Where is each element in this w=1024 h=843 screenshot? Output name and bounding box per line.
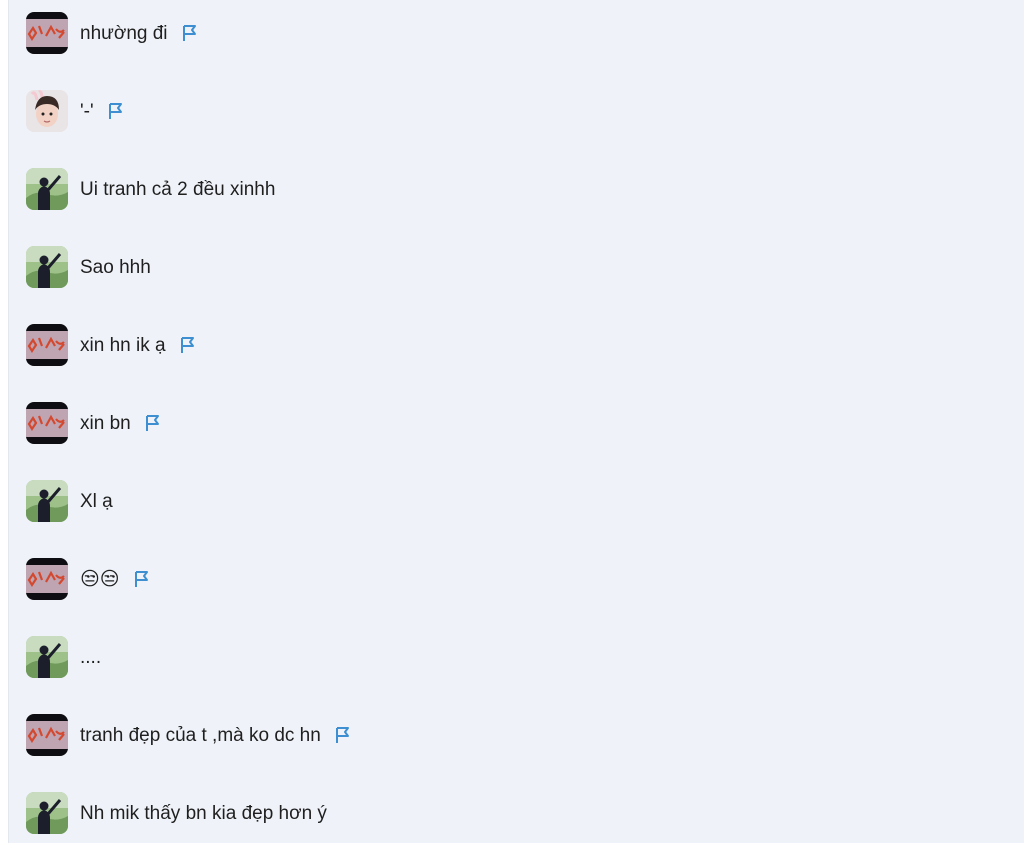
chat-message: .... [26,633,101,681]
user-avatar-green-landscape[interactable] [26,792,68,834]
chat-message: xin hn ik ạ [26,321,198,369]
chat-message: tranh đẹp của t ,mà ko dc hn [26,711,353,759]
message-text: xin bn [80,412,131,434]
flag-icon[interactable] [106,101,126,121]
message-text: nhường đi [80,22,168,44]
user-avatar-dark-red[interactable] [26,558,68,600]
user-avatar-green-landscape[interactable] [26,636,68,678]
user-avatar-green-landscape[interactable] [26,246,68,288]
user-avatar-dark-red[interactable] [26,12,68,54]
flag-icon[interactable] [333,725,353,745]
chat-message: 😒😒 [26,555,152,603]
message-text: Xl ạ [80,490,113,512]
message-text: Ui tranh cả 2 đều xinhh [80,178,276,200]
flag-icon[interactable] [180,23,200,43]
chat-message: '-' [26,87,126,135]
user-avatar-dark-red[interactable] [26,402,68,444]
message-text: Nh mik thấy bn kia đẹp hơn ý [80,802,327,824]
flag-icon[interactable] [178,335,198,355]
message-text: '-' [80,100,94,122]
chat-panel: nhường đi '-' Ui tranh cả 2 đều xinhh Sa… [8,0,1024,843]
message-text: Sao hhh [80,256,151,278]
flag-icon[interactable] [143,413,163,433]
user-avatar-green-landscape[interactable] [26,168,68,210]
message-text: .... [80,646,102,668]
flag-icon[interactable] [132,569,152,589]
chat-message: nhường đi [26,9,200,57]
user-avatar-green-landscape[interactable] [26,480,68,522]
user-avatar-dark-red[interactable] [26,324,68,366]
user-avatar-dark-red[interactable] [26,714,68,756]
message-text: tranh đẹp của t ,mà ko dc hn [80,724,321,746]
chat-message: Ui tranh cả 2 đều xinhh [26,165,275,213]
message-text: 😒😒 [80,568,120,590]
chat-message: Xl ạ [26,477,113,525]
chat-message: Sao hhh [26,243,151,291]
chat-message: Nh mik thấy bn kia đẹp hơn ý [26,789,327,837]
user-avatar-bunny-girl[interactable] [26,90,68,132]
chat-message: xin bn [26,399,163,447]
message-text: xin hn ik ạ [80,334,166,356]
